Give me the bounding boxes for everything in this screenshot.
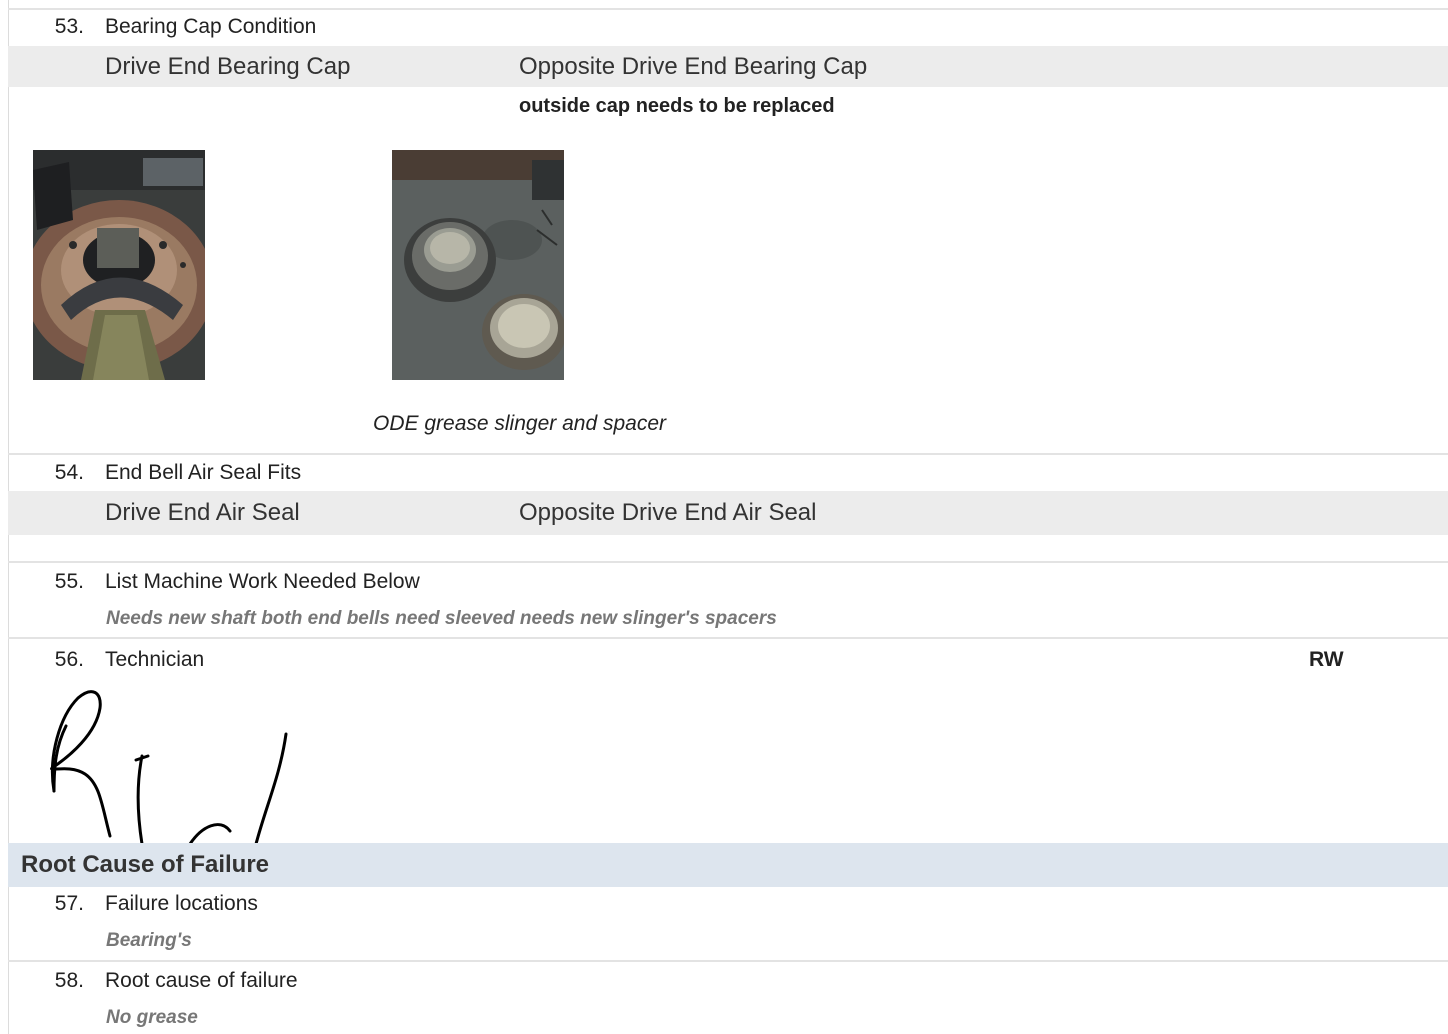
item-number: 57. <box>54 892 84 915</box>
section-title: Root Cause of Failure <box>21 851 270 878</box>
technician-signature <box>30 686 310 846</box>
failure-locations-answer: Bearing's <box>106 930 192 951</box>
item-label: Root cause of failure <box>105 969 298 992</box>
item-label: Technician <box>105 648 205 671</box>
item-number: 54. <box>54 461 84 484</box>
air-seal-header-band: Drive End Air Seal Opposite Drive End Ai… <box>8 491 1448 535</box>
drive-end-air-seal-label: Drive End Air Seal <box>105 499 300 526</box>
drive-end-bearing-cap-photo[interactable] <box>33 150 205 380</box>
item-number: 55. <box>54 570 84 593</box>
opposite-drive-end-air-seal-label: Opposite Drive End Air Seal <box>519 499 817 526</box>
ode-bearing-cap-value: outside cap needs to be replaced <box>519 95 835 117</box>
root-cause-answer: No grease <box>106 1007 198 1028</box>
row-divider <box>8 453 1448 455</box>
item-number: 58. <box>54 969 84 992</box>
photo-caption: ODE grease slinger and spacer <box>373 412 666 435</box>
row-divider <box>8 960 1448 962</box>
bearing-cap-header-band: Drive End Bearing Cap Opposite Drive End… <box>8 46 1448 87</box>
item-number: 53. <box>54 15 84 38</box>
ode-grease-slinger-photo[interactable] <box>392 150 564 380</box>
drive-end-bearing-cap-label: Drive End Bearing Cap <box>105 53 351 80</box>
item-label: Bearing Cap Condition <box>105 15 317 38</box>
machine-work-answer: Needs new shaft both end bells need slee… <box>106 608 777 629</box>
item-label: End Bell Air Seal Fits <box>105 461 302 484</box>
item-number: 56. <box>54 648 84 671</box>
item-label: List Machine Work Needed Below <box>105 570 420 593</box>
item-label: Failure locations <box>105 892 258 915</box>
row-divider <box>8 637 1448 639</box>
opposite-drive-end-bearing-cap-label: Opposite Drive End Bearing Cap <box>519 53 868 80</box>
technician-initials: RW <box>1309 648 1344 671</box>
section-header: Root Cause of Failure <box>8 843 1448 887</box>
row-divider <box>8 561 1448 563</box>
row-divider <box>8 8 1448 10</box>
